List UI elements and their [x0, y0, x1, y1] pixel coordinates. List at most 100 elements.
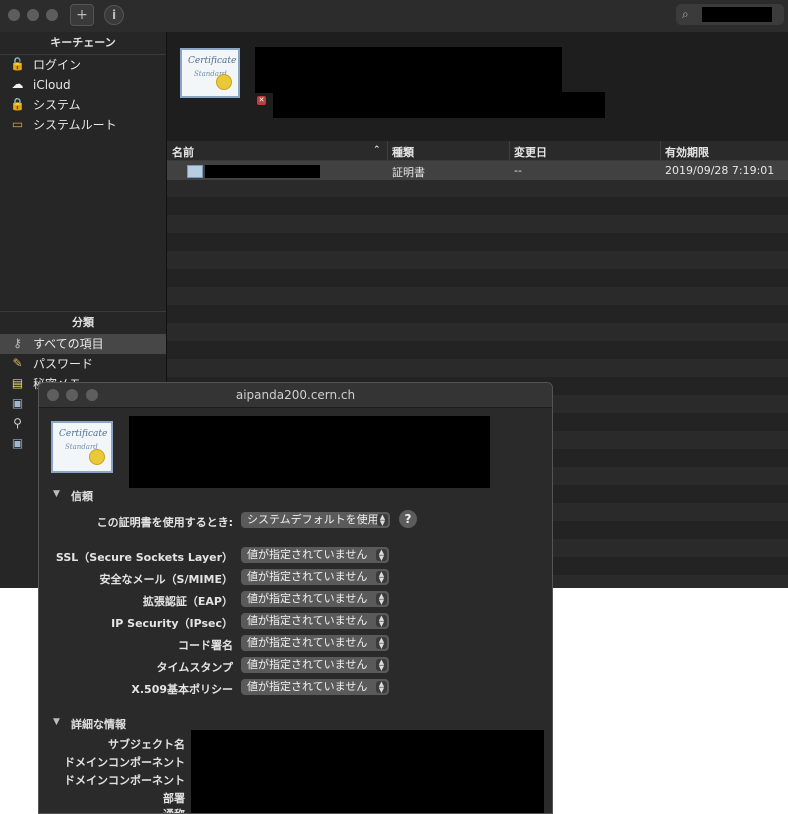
policy-popup-timestamp[interactable]: 値が指定されていません ▲ ▼ [241, 657, 389, 673]
category-header: 分類 [0, 311, 166, 335]
sidebar-item-all-items[interactable]: ⚷ すべての項目 [0, 334, 166, 354]
popup-value: 値が指定されていません [247, 680, 368, 693]
table-header: 名前 ⌃ 種類 変更日 有効期限 [167, 141, 788, 161]
zoom-window-button[interactable] [46, 9, 58, 21]
detail-label-domain-component: ドメインコンポーネント [64, 774, 185, 787]
policy-popup-eap[interactable]: 値が指定されていません ▲ ▼ [241, 591, 389, 607]
disclosure-triangle-icon[interactable]: ▼ [53, 717, 60, 727]
sidebar-item-label: ログイン [33, 58, 82, 72]
redacted-cert-summary [129, 416, 490, 488]
cert-icon-line1: Certificate [188, 56, 237, 66]
policy-label-eap: 拡張認証（EAP） [142, 595, 233, 608]
column-modified[interactable]: 変更日 [514, 144, 547, 160]
chevron-updown-icon: ▲ ▼ [377, 514, 388, 527]
certificate-icon: ▣ [11, 396, 24, 410]
close-window-button[interactable] [8, 9, 20, 21]
search-icon: ⌕ [682, 7, 689, 21]
toolbar: + i ⌕ [0, 0, 788, 33]
policy-popup-ssl[interactable]: 値が指定されていません ▲ ▼ [241, 547, 389, 563]
add-item-button[interactable]: + [70, 4, 94, 26]
keychains-header: キーチェーン [0, 32, 166, 55]
minimize-window-button[interactable] [27, 9, 39, 21]
policy-popup-code-signing[interactable]: 値が指定されていません ▲ ▼ [241, 635, 389, 651]
locked-padlock-icon: 🔒 [10, 97, 25, 111]
popup-value: 値が指定されていません [247, 658, 368, 671]
policy-label-ipsec: IP Security（IPsec） [111, 617, 233, 630]
invalid-cert-icon: ✕ [257, 96, 266, 105]
policy-popup-x509[interactable]: 値が指定されていません ▲ ▼ [241, 679, 389, 695]
search-field[interactable]: ⌕ [676, 4, 784, 25]
column-divider [509, 141, 510, 160]
policy-label-code-signing: コード署名 [178, 639, 233, 652]
sidebar-item-login[interactable]: 🔓 ログイン [0, 55, 166, 75]
chevron-updown-icon: ▲ ▼ [376, 681, 387, 694]
popup-value: 値が指定されていません [247, 592, 368, 605]
seal-icon [216, 74, 232, 90]
dialog-title: aipanda200.cern.ch [235, 388, 356, 402]
chevron-updown-icon: ▲ ▼ [376, 571, 387, 584]
chevron-updown-icon: ▲ ▼ [376, 637, 387, 650]
policy-label-ssl: SSL（Secure Sockets Layer） [55, 551, 233, 564]
sidebar-item-system[interactable]: 🔒 システム [0, 95, 166, 115]
sidebar-item-label: iCloud [33, 78, 71, 92]
certificate-icon: ▣ [11, 436, 24, 450]
chevron-updown-icon: ▲ ▼ [376, 549, 387, 562]
redacted-search-text [702, 7, 772, 22]
sort-chevron-icon: ⌃ [373, 145, 381, 155]
redacted-cert-detail [273, 92, 605, 118]
sidebar-item-label: システムルート [33, 118, 117, 132]
dialog-close-button[interactable] [47, 389, 59, 401]
column-divider [660, 141, 661, 160]
when-using-popup[interactable]: システムデフォルトを使用 ▲ ▼ [241, 512, 390, 528]
popup-value: 値が指定されていません [247, 614, 368, 627]
policy-label-smime: 安全なメール（S/MIME） [99, 573, 233, 586]
redacted-row-name [205, 165, 320, 178]
policy-popup-smime[interactable]: 値が指定されていません ▲ ▼ [241, 569, 389, 585]
detail-label-subject-name: サブジェクト名 [108, 738, 185, 751]
pencil-icon: ✎ [12, 356, 23, 370]
policy-popup-ipsec[interactable]: 値が指定されていません ▲ ▼ [241, 613, 389, 629]
info-button[interactable]: i [104, 5, 124, 25]
policy-label-timestamp: タイムスタンプ [156, 661, 233, 674]
popup-value: 値が指定されていません [247, 548, 368, 561]
cloud-icon: ☁ [11, 77, 24, 91]
row-expires: 2019/09/28 7:19:01 [665, 164, 775, 177]
column-kind[interactable]: 種類 [392, 144, 414, 160]
all-items-icon: ⚷ [13, 336, 22, 350]
dialog-titlebar: aipanda200.cern.ch [39, 383, 552, 408]
certificate-dialog: aipanda200.cern.ch Certificate Standard … [38, 382, 553, 814]
folder-icon: ▭ [11, 117, 24, 131]
dialog-minimize-button[interactable] [66, 389, 78, 401]
detail-label-department: 部署 [163, 792, 185, 805]
redacted-cert-name [255, 47, 562, 93]
popup-value: システムデフォルトを使用 [247, 513, 379, 526]
popup-value: 値が指定されていません [247, 636, 368, 649]
disclosure-triangle-icon[interactable]: ▼ [53, 489, 60, 499]
when-using-label: この証明書を使用するとき: [96, 516, 233, 529]
seal-icon [89, 449, 105, 465]
sidebar-item-icloud[interactable]: ☁ iCloud [0, 75, 166, 95]
popup-value: 値が指定されていません [247, 570, 368, 583]
redacted-detail-values [191, 730, 544, 813]
policy-label-x509: X.509基本ポリシー [131, 683, 233, 696]
sidebar-item-passwords[interactable]: ✎ パスワード [0, 354, 166, 374]
detail-label-domain-component: ドメインコンポーネント [64, 756, 185, 769]
detail-label-common-name: 通称 [163, 806, 185, 813]
row-kind: 証明書 [392, 166, 425, 179]
sidebar-item-label: すべての項目 [33, 337, 104, 351]
row-modified: -- [514, 164, 522, 177]
dialog-zoom-button[interactable] [86, 389, 98, 401]
table-row[interactable]: 証明書 -- 2019/09/28 7:19:01 [167, 161, 788, 180]
column-expires[interactable]: 有効期限 [665, 144, 709, 160]
chevron-updown-icon: ▲ ▼ [376, 615, 387, 628]
help-button[interactable]: ? [399, 510, 417, 528]
column-divider [387, 141, 388, 160]
trust-section-header[interactable]: 信頼 [71, 488, 93, 504]
cert-icon-line1: Certificate [59, 429, 108, 439]
sidebar-item-system-roots[interactable]: ▭ システムルート [0, 115, 166, 135]
details-section-header[interactable]: 詳細な情報 [71, 716, 126, 732]
column-name[interactable]: 名前 [172, 144, 194, 160]
sidebar-item-label: システム [33, 98, 81, 112]
certificate-large-icon: Certificate Standard [180, 48, 240, 98]
key-icon: ⚲ [13, 416, 22, 430]
